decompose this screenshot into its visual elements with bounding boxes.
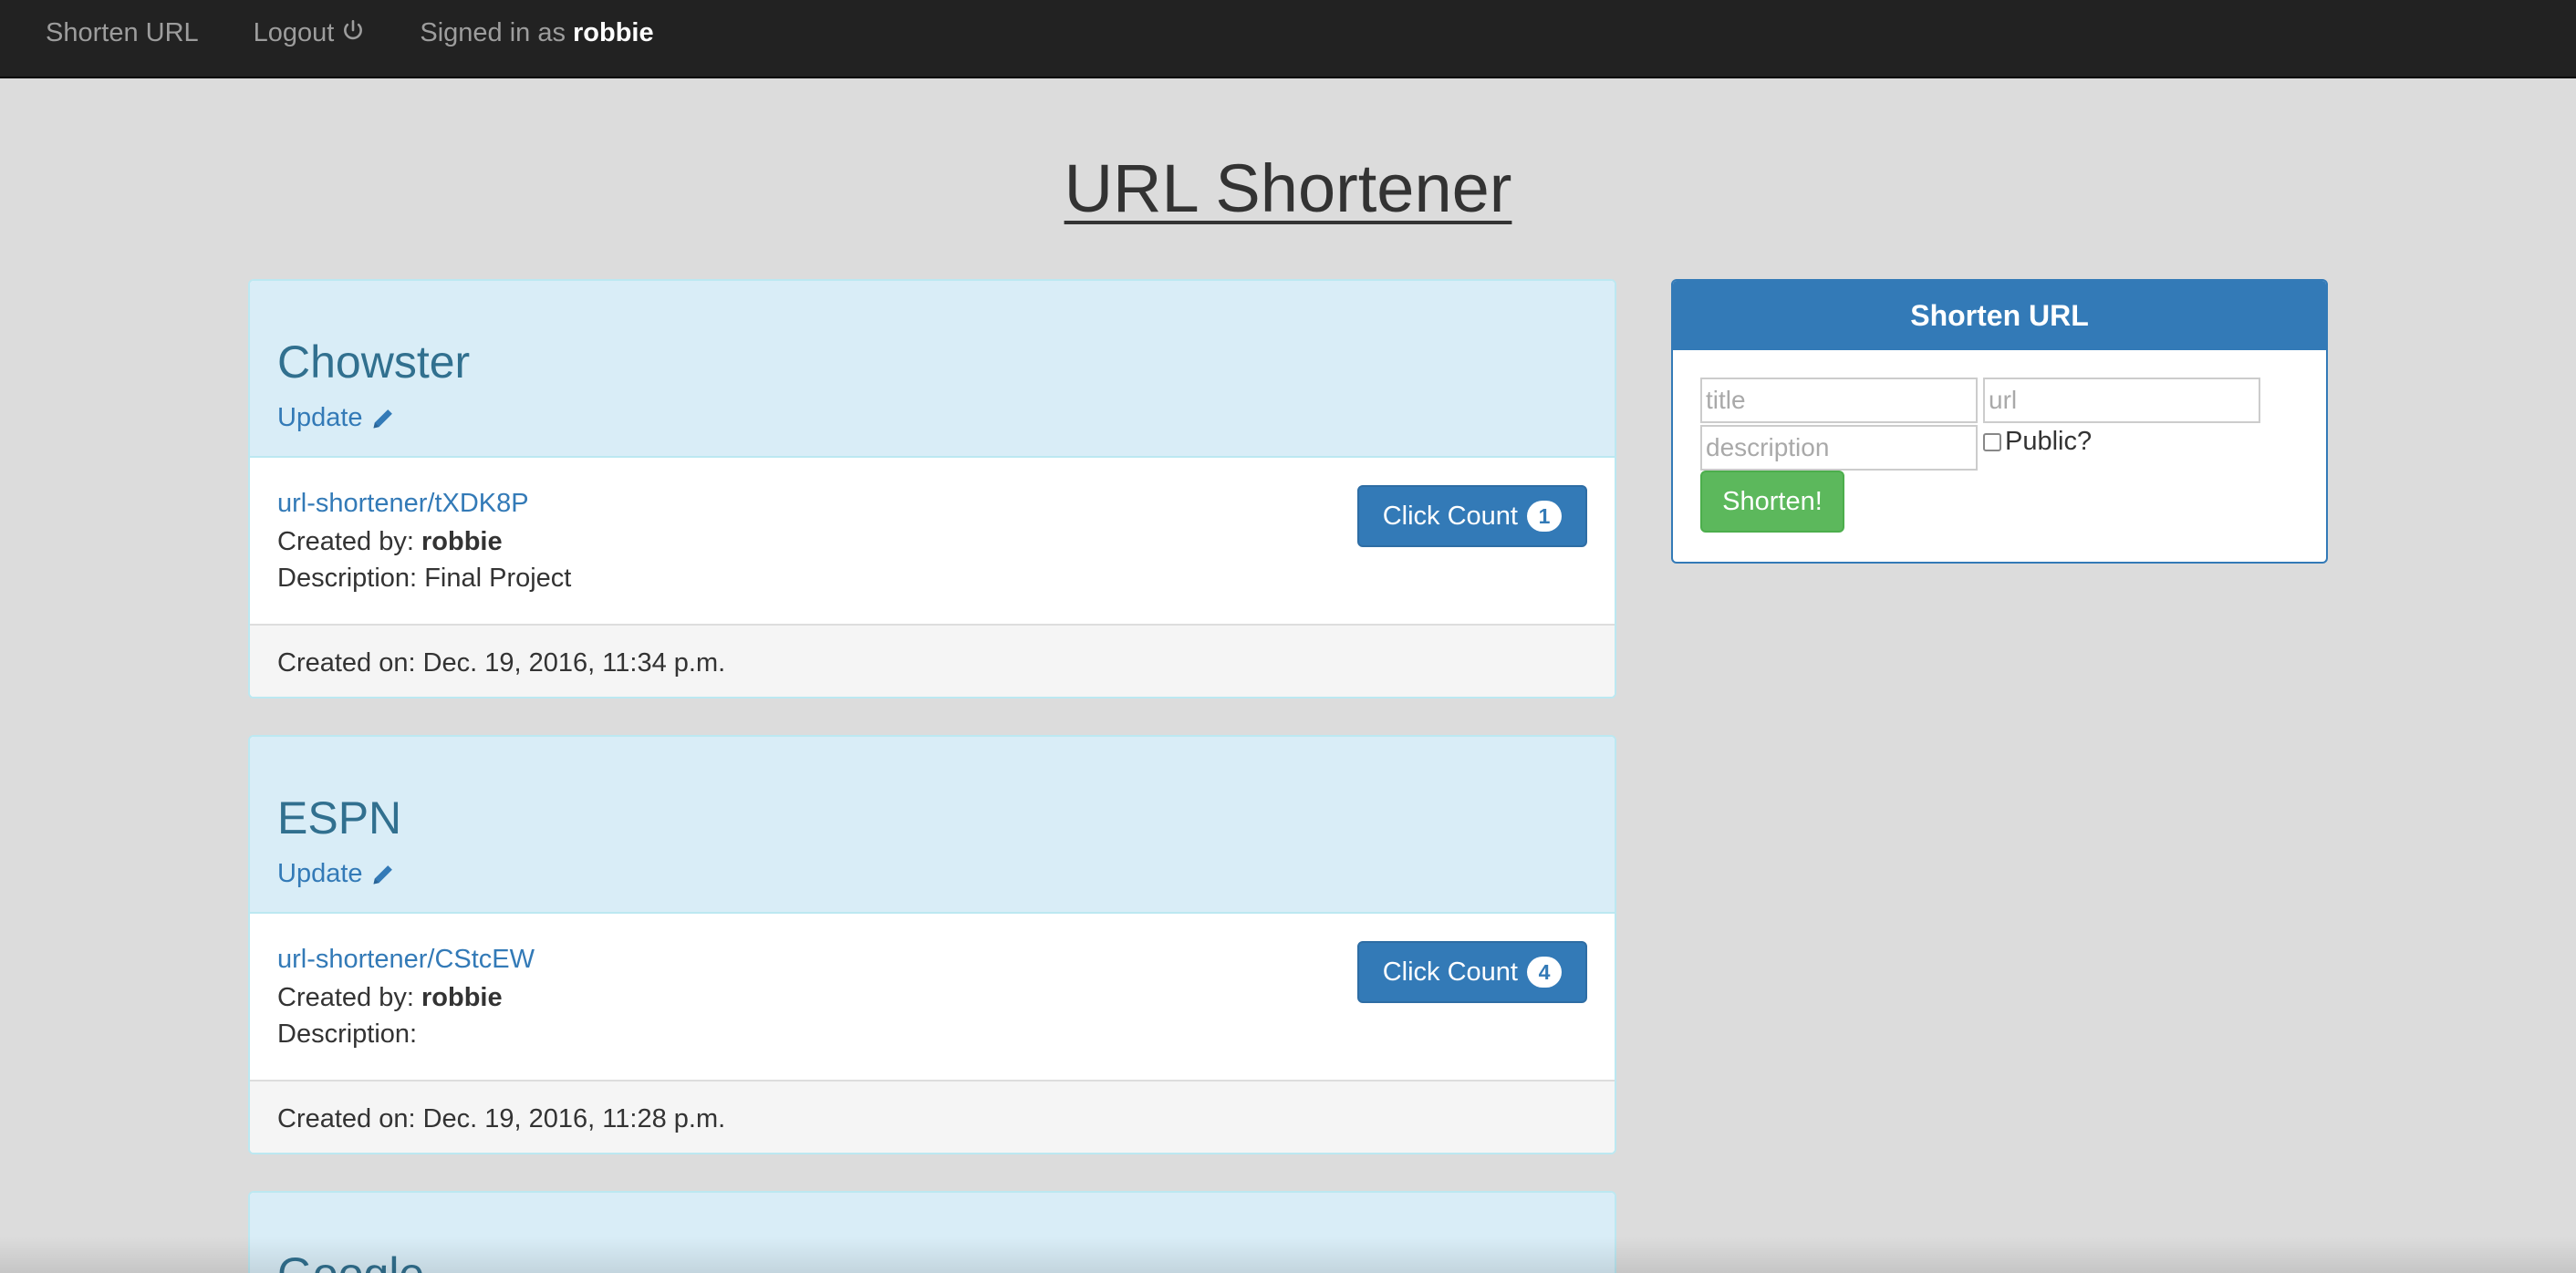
public-checkbox[interactable] <box>1983 432 2001 451</box>
card-title: Google <box>277 1247 424 1273</box>
click-count-button[interactable]: Click Count 4 <box>1356 941 1587 1003</box>
url-card: ESPN Update url-shortener/CStcEW Created… <box>248 735 1616 1154</box>
card-heading: Google <box>250 1193 1615 1273</box>
description-line: Description: <box>277 1016 417 1052</box>
logout-label: Logout <box>253 18 335 47</box>
created-by-label: Created by: <box>277 983 414 1012</box>
nav-logout-link[interactable]: Logout <box>254 0 366 49</box>
created-by-label: Created by: <box>277 527 414 556</box>
card-title: Chowster <box>277 336 471 388</box>
description-input[interactable] <box>1700 425 1978 471</box>
shorten-submit-button[interactable]: Shorten! <box>1700 471 1844 533</box>
update-label: Update <box>277 403 363 432</box>
short-url-link[interactable]: url-shortener/tXDK8P <box>277 489 529 519</box>
update-label: Update <box>277 859 363 888</box>
click-count-label: Click Count <box>1382 957 1518 987</box>
pencil-icon <box>373 864 392 884</box>
update-link[interactable]: Update <box>277 403 396 433</box>
card-heading: ESPN Update <box>250 737 1615 914</box>
card-footer: Created on: Dec. 19, 2016, 11:28 p.m. <box>250 1080 1615 1153</box>
url-card: Google <box>248 1191 1616 1273</box>
description-label: Description: <box>277 564 418 593</box>
page-title: URL Shortener <box>1064 150 1512 226</box>
short-url-link[interactable]: url-shortener/CStcEW <box>277 945 535 975</box>
shorten-form: Public? Shorten! <box>1673 350 2326 562</box>
description-label: Description: <box>277 1019 418 1049</box>
click-count-badge: 1 <box>1527 501 1562 532</box>
title-input[interactable] <box>1700 378 1978 423</box>
card-title: ESPN <box>277 792 402 843</box>
created-by-line: Created by: robbie <box>277 979 503 1016</box>
card-body: url-shortener/tXDK8P Created by: robbie … <box>250 458 1615 624</box>
url-card: Chowster Update url-shortener/tXDK8P Cre… <box>248 279 1616 699</box>
card-footer: Created on: Dec. 19, 2016, 11:34 p.m. <box>250 624 1615 697</box>
created-by-user: robbie <box>421 527 503 556</box>
public-label-text: Public? <box>2005 427 2093 456</box>
nav-shorten-url-link[interactable]: Shorten URL <box>46 0 199 49</box>
public-checkbox-label[interactable]: Public? <box>1983 427 2092 457</box>
shorten-url-panel: Shorten URL Public? Shorten! <box>1671 279 2328 564</box>
pencil-icon <box>373 409 392 428</box>
click-count-label: Click Count <box>1382 501 1518 531</box>
top-navbar: Shorten URL Logout Signed in as robbie <box>0 0 2576 78</box>
panel-heading: Shorten URL <box>1673 281 2326 350</box>
click-count-badge: 4 <box>1527 957 1562 988</box>
description-value: Final Project <box>424 564 572 593</box>
url-input[interactable] <box>1983 378 2260 423</box>
card-body: url-shortener/CStcEW Created by: robbie … <box>250 914 1615 1080</box>
signed-in-status: Signed in as robbie <box>420 0 653 49</box>
signed-in-username: robbie <box>572 18 654 47</box>
click-count-button[interactable]: Click Count 1 <box>1356 485 1587 547</box>
created-by-line: Created by: robbie <box>277 523 503 560</box>
description-line: Description: Final Project <box>277 560 571 596</box>
card-heading: Chowster Update <box>250 281 1615 458</box>
update-link[interactable]: Update <box>277 859 396 889</box>
power-icon <box>344 19 363 40</box>
created-by-user: robbie <box>421 983 503 1012</box>
signed-in-prefix: Signed in as <box>420 18 566 47</box>
created-on-text: Created on: Dec. 19, 2016, 11:28 p.m. <box>277 1103 726 1133</box>
created-on-text: Created on: Dec. 19, 2016, 11:34 p.m. <box>277 647 726 678</box>
